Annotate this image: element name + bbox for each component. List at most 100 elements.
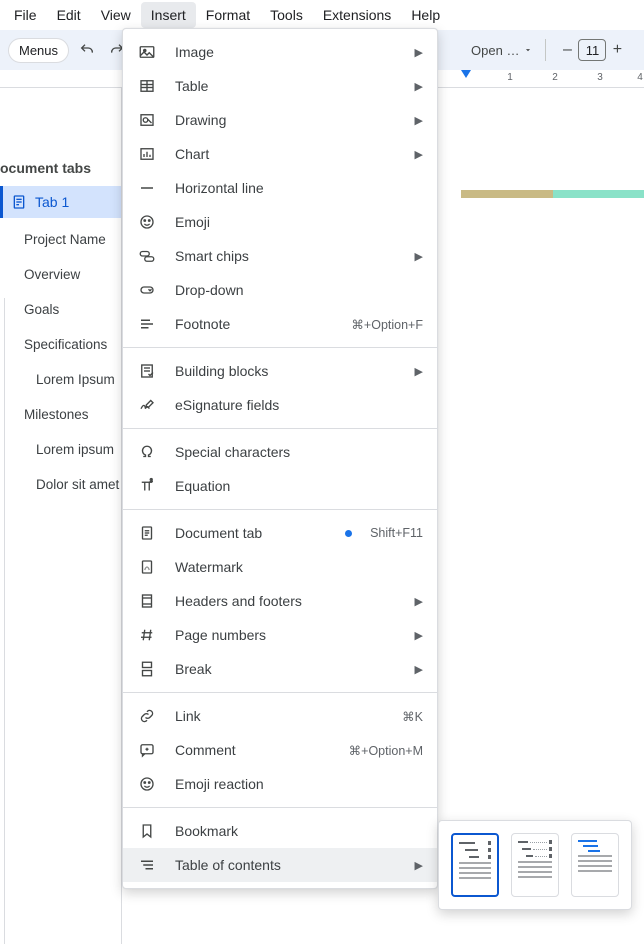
- menu-item-label: Horizontal line: [175, 180, 423, 196]
- menu-item-label: Bookmark: [175, 823, 423, 839]
- insert-menu-drawing[interactable]: Drawing▶: [123, 103, 437, 137]
- menu-shortcut: Shift+F11: [370, 526, 423, 540]
- menu-help[interactable]: Help: [401, 2, 450, 28]
- insert-menu-emoji[interactable]: Emoji: [123, 205, 437, 239]
- menu-item-label: Link: [175, 708, 384, 724]
- ruler-tick-4: 4: [637, 72, 643, 83]
- doctab-icon: [137, 523, 157, 543]
- insert-menu-image[interactable]: Image▶: [123, 35, 437, 69]
- outline-heading[interactable]: Goals: [0, 292, 121, 327]
- comment-icon: [137, 740, 157, 760]
- insert-menu-headers-and-footers[interactable]: Headers and footers▶: [123, 584, 437, 618]
- insert-menu-footnote[interactable]: Footnote⌘+Option+F: [123, 307, 437, 341]
- menu-file[interactable]: File: [4, 2, 47, 28]
- menu-item-label: Table: [175, 78, 397, 94]
- menu-item-label: Special characters: [175, 444, 423, 460]
- insert-menu-table-of-contents[interactable]: Table of contents▶: [123, 848, 437, 882]
- menus-button[interactable]: Menus: [8, 38, 69, 63]
- insert-menu-chart[interactable]: Chart▶: [123, 137, 437, 171]
- insert-menu-building-blocks[interactable]: Building blocks▶: [123, 354, 437, 388]
- font-size-plus[interactable]: +: [608, 41, 626, 59]
- chips-icon: [137, 246, 157, 266]
- bookmark-icon: [137, 821, 157, 841]
- outline-heading[interactable]: Specifications: [0, 327, 121, 362]
- menu-separator: [123, 692, 437, 693]
- insert-menu-drop-down[interactable]: Drop-down: [123, 273, 437, 307]
- insert-menu-watermark[interactable]: Watermark: [123, 550, 437, 584]
- insert-menu-special-characters[interactable]: Special characters: [123, 435, 437, 469]
- insert-menu-bookmark[interactable]: Bookmark: [123, 814, 437, 848]
- doc-icon: [11, 194, 27, 210]
- outline-heading[interactable]: Lorem Ipsum: [0, 362, 121, 397]
- menu-tools[interactable]: Tools: [260, 2, 313, 28]
- insert-menu-smart-chips[interactable]: Smart chips▶: [123, 239, 437, 273]
- toc-icon: [137, 855, 157, 875]
- chevron-down-icon: [523, 45, 533, 55]
- menu-shortcut: ⌘+Option+M: [349, 743, 423, 758]
- doc-title-strip: [461, 190, 644, 198]
- menu-format[interactable]: Format: [196, 2, 260, 28]
- insert-menu-emoji-reaction[interactable]: Emoji reaction: [123, 767, 437, 801]
- outline-heading[interactable]: Lorem ipsum: [0, 432, 121, 467]
- menu-item-label: Break: [175, 661, 397, 677]
- font-select[interactable]: Open …: [471, 43, 533, 58]
- font-size-input[interactable]: 11: [578, 39, 606, 61]
- toc-style-dots[interactable]: [511, 833, 559, 897]
- new-feature-dot: [345, 530, 352, 537]
- menu-extensions[interactable]: Extensions: [313, 2, 401, 28]
- hline-icon: [137, 178, 157, 198]
- insert-menu-equation[interactable]: 2Equation: [123, 469, 437, 503]
- tab-row[interactable]: Tab 1: [0, 186, 121, 218]
- hf-icon: [137, 591, 157, 611]
- menu-view[interactable]: View: [91, 2, 141, 28]
- insert-menu-table[interactable]: Table ▶: [123, 69, 437, 103]
- ruler-tick-3: 3: [597, 72, 603, 83]
- chevron-right-icon: ▶: [415, 595, 423, 608]
- ruler-tick-1: 1: [507, 72, 513, 83]
- insert-menu-link[interactable]: Link⌘K: [123, 699, 437, 733]
- insert-menu-document-tab[interactable]: Document tab Shift+F11: [123, 516, 437, 550]
- toc-style-links[interactable]: [571, 833, 619, 897]
- menu-item-label: Emoji reaction: [175, 776, 423, 792]
- font-size-minus[interactable]: –: [558, 41, 576, 59]
- chevron-right-icon: ▶: [415, 663, 423, 676]
- menu-insert[interactable]: Insert: [141, 2, 196, 28]
- toc-submenu: [438, 820, 632, 910]
- menu-item-label: Watermark: [175, 559, 423, 575]
- menubar: File Edit View Insert Format Tools Exten…: [0, 0, 644, 30]
- outline-heading[interactable]: Dolor sit amet: [0, 467, 121, 502]
- ruler-tick-2: 2: [552, 72, 558, 83]
- insert-menu-break[interactable]: Break ▶: [123, 652, 437, 686]
- insert-menu-comment[interactable]: Comment ⌘+Option+M: [123, 733, 437, 767]
- pi-icon: 2: [137, 476, 157, 496]
- outline-heading[interactable]: Overview: [0, 257, 121, 292]
- blocks-icon: [137, 361, 157, 381]
- outline-heading[interactable]: Milestones: [0, 397, 121, 432]
- menu-separator: [123, 347, 437, 348]
- omega-icon: [137, 442, 157, 462]
- undo-icon[interactable]: [75, 38, 99, 62]
- document-tabs-title: ocument tabs: [0, 88, 121, 186]
- toc-style-plain[interactable]: [451, 833, 499, 897]
- indent-marker[interactable]: [461, 70, 471, 78]
- footnote-icon: [137, 314, 157, 334]
- insert-menu-horizontal-line[interactable]: Horizontal line: [123, 171, 437, 205]
- chevron-right-icon: ▶: [415, 365, 423, 378]
- link-icon: [137, 706, 157, 726]
- drawing-icon: [137, 110, 157, 130]
- outline-headings: Project Name Overview Goals Specificatio…: [0, 218, 121, 502]
- svg-text:2: 2: [150, 478, 153, 483]
- outline-heading[interactable]: Project Name: [0, 222, 121, 257]
- menu-item-label: Image: [175, 44, 397, 60]
- menu-item-label: Comment: [175, 742, 331, 758]
- hash-icon: [137, 625, 157, 645]
- tab-label: Tab 1: [35, 194, 69, 210]
- chevron-right-icon: ▶: [415, 80, 423, 93]
- menu-edit[interactable]: Edit: [47, 2, 91, 28]
- insert-menu-esignature-fields[interactable]: eSignature fields: [123, 388, 437, 422]
- menu-item-label: Emoji: [175, 214, 423, 230]
- insert-menu-page-numbers[interactable]: Page numbers▶: [123, 618, 437, 652]
- menu-item-label: Smart chips: [175, 248, 397, 264]
- break-icon: [137, 659, 157, 679]
- menu-item-label: Document tab: [175, 525, 321, 541]
